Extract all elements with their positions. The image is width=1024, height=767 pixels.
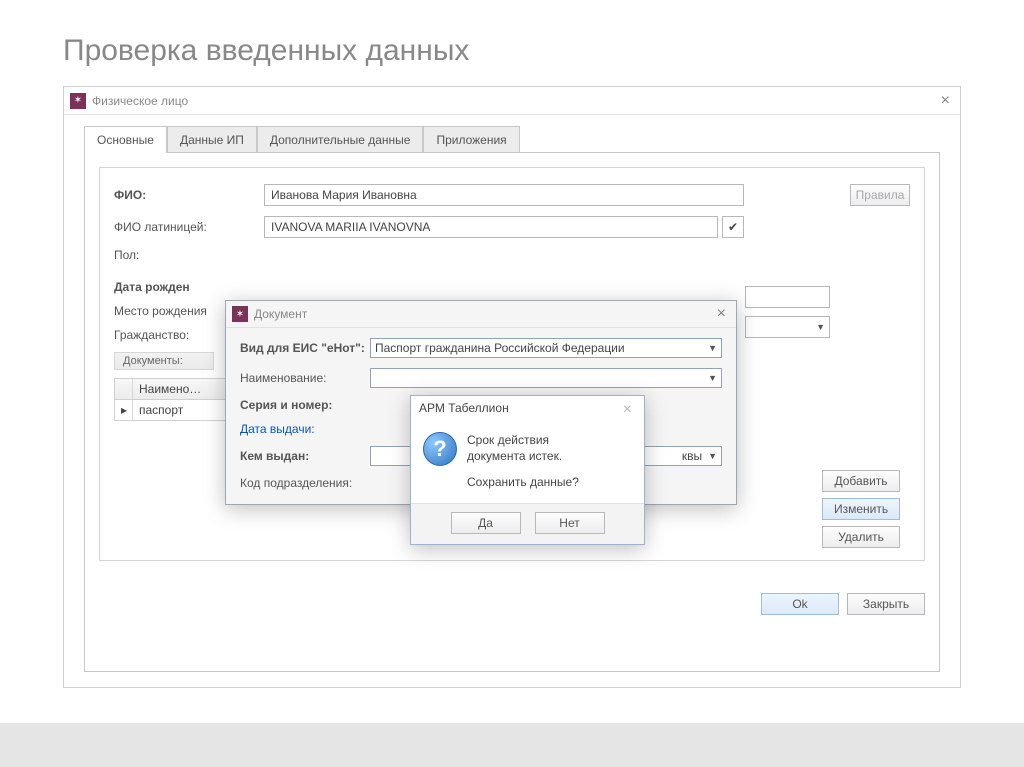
document-dialog-titlebar: ✶ Документ ×	[226, 301, 736, 327]
doc-dept-code-label: Код подразделения:	[240, 476, 370, 490]
msg-line1: Срок действия	[467, 432, 579, 448]
doc-issue-date-label[interactable]: Дата выдачи:	[240, 422, 370, 436]
tab-main[interactable]: Основные	[84, 126, 167, 153]
tabs-row: Основные Данные ИП Дополнительные данные…	[64, 115, 960, 152]
document-dialog-close-icon[interactable]: ×	[713, 305, 730, 323]
doc-type-combo[interactable]: Паспорт гражданина Российской Федерации …	[370, 338, 722, 358]
bg-field-2[interactable]: ▼	[745, 316, 830, 338]
tab-additional[interactable]: Дополнительные данные	[257, 126, 424, 153]
doc-issued-by-label: Кем выдан:	[240, 449, 370, 463]
window-titlebar: ✶ Физическое лицо ×	[64, 87, 960, 115]
message-body: ? Срок действия документа истек. Сохрани…	[411, 424, 644, 503]
message-dialog: АРМ Табеллион × ? Срок действия документ…	[410, 395, 645, 545]
gender-label: Пол:	[114, 248, 264, 262]
app-icon: ✶	[232, 306, 248, 322]
window-title: Физическое лицо	[92, 94, 188, 108]
birth-date-label: Дата рожден	[114, 280, 264, 294]
doc-type-label: Вид для ЕИС "еНот":	[240, 341, 370, 355]
page-footer	[0, 723, 1024, 767]
message-buttons: Да Нет	[411, 503, 644, 544]
doc-issued-by-value: квы	[682, 449, 702, 463]
question-icon: ?	[423, 432, 457, 466]
bg-field-1[interactable]	[745, 286, 830, 308]
add-button[interactable]: Добавить	[822, 470, 900, 492]
close-button[interactable]: Закрыть	[847, 593, 925, 615]
doc-name-combo[interactable]: ▼	[370, 368, 722, 388]
tab-ip-data[interactable]: Данные ИП	[167, 126, 257, 153]
fio-input[interactable]	[264, 184, 744, 206]
document-dialog-title: Документ	[254, 307, 307, 321]
check-icon: ✔	[728, 220, 738, 234]
fio-latin-input[interactable]	[264, 216, 718, 238]
window-close-icon[interactable]: ×	[937, 92, 954, 110]
edit-button[interactable]: Изменить	[822, 498, 900, 520]
grid-row-marker	[115, 379, 133, 399]
caret-down-icon: ▼	[708, 343, 717, 353]
msg-line2: документа истек.	[467, 448, 579, 464]
msg-line3: Сохранить данные?	[467, 474, 579, 490]
ok-button[interactable]: Ok	[761, 593, 839, 615]
no-button[interactable]: Нет	[535, 512, 605, 534]
documents-header: Документы:	[114, 352, 214, 370]
row-pointer-icon: ▸	[115, 400, 133, 420]
caret-down-icon: ▼	[708, 451, 717, 461]
fio-label: ФИО:	[114, 188, 264, 202]
fio-latin-label: ФИО латиницей:	[114, 220, 264, 234]
app-icon: ✶	[70, 93, 86, 109]
fio-latin-confirm-button[interactable]: ✔	[722, 216, 744, 238]
document-buttons: Добавить Изменить Удалить	[822, 470, 900, 548]
yes-button[interactable]: Да	[451, 512, 521, 534]
doc-type-value: Паспорт гражданина Российской Федерации	[375, 341, 625, 355]
message-dialog-titlebar: АРМ Табеллион ×	[411, 396, 644, 424]
message-dialog-title: АРМ Табеллион	[419, 401, 509, 419]
doc-name-label: Наименование:	[240, 371, 370, 385]
message-text: Срок действия документа истек. Сохранить…	[467, 432, 579, 491]
doc-series-label: Серия и номер:	[240, 398, 370, 412]
tab-attachments[interactable]: Приложения	[423, 126, 519, 153]
rules-button[interactable]: Правила	[850, 184, 910, 206]
page-title: Проверка введенных данных	[0, 0, 1024, 86]
caret-down-icon: ▼	[708, 373, 717, 383]
delete-button[interactable]: Удалить	[822, 526, 900, 548]
message-dialog-close-icon[interactable]: ×	[619, 401, 636, 419]
caret-down-icon: ▼	[816, 322, 825, 332]
